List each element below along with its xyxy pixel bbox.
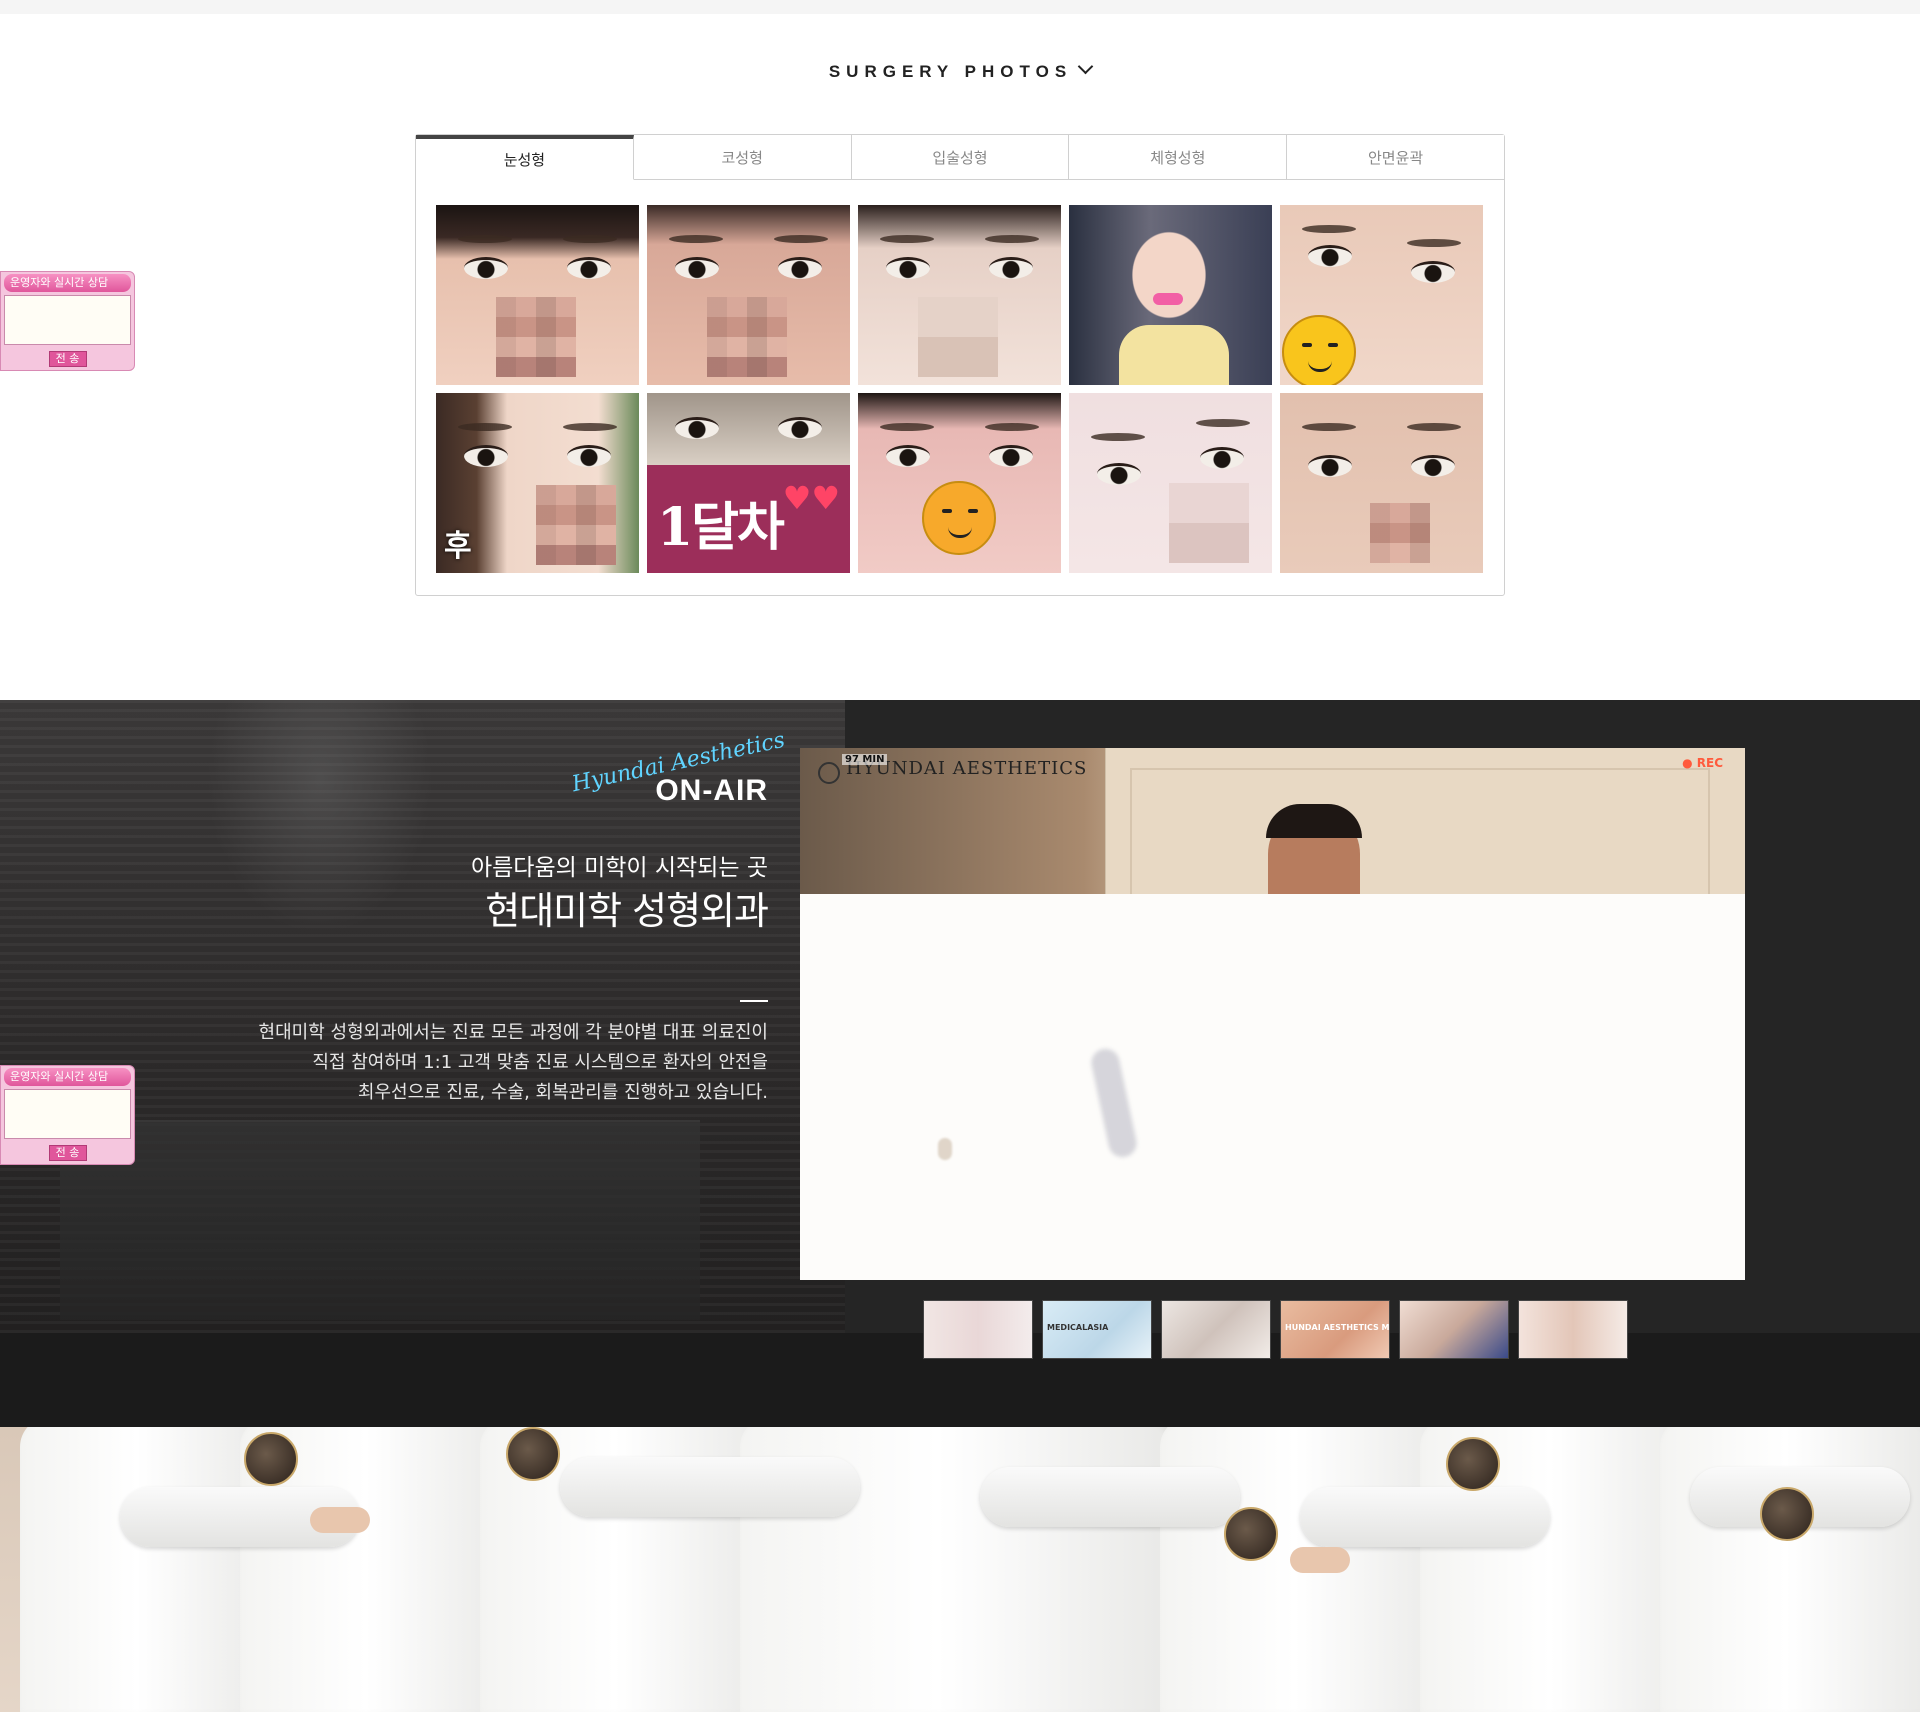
chat-message-input[interactable] xyxy=(4,1089,131,1139)
surgery-photo-4[interactable] xyxy=(1069,205,1272,385)
clinic-emblem-icon xyxy=(244,1432,298,1486)
divider-line xyxy=(740,1000,768,1002)
clinic-emblem-icon xyxy=(1224,1507,1278,1561)
video-player[interactable]: HYUNDAI AESTHETICS 97 MIN REC xyxy=(800,748,1745,1280)
hearts-icon: ♥♥ xyxy=(782,479,840,517)
video-thumbnail-1[interactable] xyxy=(923,1300,1033,1359)
tab-eye-surgery[interactable]: 눈성형 xyxy=(416,135,634,180)
description-line: 직접 참여하며 1:1 고객 맞춤 진료 시스템으로 환자의 안전을 xyxy=(312,1052,768,1073)
onair-title: ON-AIR xyxy=(655,774,768,807)
surgery-photos-gallery: 눈성형 코성형 입술성형 체형성형 안면윤곽 후 1달차 ♥♥ xyxy=(415,134,1505,596)
description-line: 최우선으로 진료, 수술, 회복관리를 진행하고 있습니다. xyxy=(357,1082,768,1103)
video-thumbnail-5[interactable] xyxy=(1399,1300,1509,1359)
chevron-down-icon[interactable] xyxy=(1077,58,1094,75)
clinic-emblem-icon xyxy=(1760,1487,1814,1541)
chat-header: 운영자와 실시간 상담 xyxy=(4,274,131,292)
onair-description: 현대미학 성형외과에서는 진료 모든 과정에 각 분야별 대표 의료진이 직접 … xyxy=(208,1018,768,1108)
photo-grid: 후 1달차 ♥♥ xyxy=(436,205,1486,573)
surgery-photo-9[interactable] xyxy=(1069,393,1272,573)
background-bed-image xyxy=(60,1120,700,1320)
video-thumbnails: MEDICALASIA HUNDAI AESTHETICS MAKING FIL… xyxy=(923,1300,1628,1359)
surgery-photo-6[interactable]: 후 xyxy=(436,393,639,573)
clinic-emblem-icon xyxy=(1446,1437,1500,1491)
video-thumbnail-4[interactable]: HUNDAI AESTHETICS MAKING FILM xyxy=(1280,1300,1390,1359)
description-line: 현대미학 성형외과에서는 진료 모든 과정에 각 분야별 대표 의료진이 xyxy=(258,1022,768,1043)
onair-subtitle-small: 아름다움의 미학이 시작되는 곳 xyxy=(470,855,768,881)
live-chat-widget-2: 운영자와 실시간 상담 전 송 xyxy=(0,1065,135,1165)
surgery-photo-7[interactable]: 1달차 ♥♥ xyxy=(647,393,850,573)
top-bar xyxy=(0,0,1920,14)
photo-overlay-text: 1달차 xyxy=(657,497,785,558)
surgery-photo-8[interactable] xyxy=(858,393,1061,573)
rec-indicator: REC xyxy=(1682,756,1723,770)
surgery-photos-title-text: SURGERY PHOTOS xyxy=(828,62,1073,81)
tab-facial-contour[interactable]: 안면윤곽 xyxy=(1287,135,1504,179)
onair-subtitle-large: 현대미학 성형외과 xyxy=(485,889,769,933)
chat-send-button[interactable]: 전 송 xyxy=(48,1145,87,1161)
surgery-photo-5[interactable] xyxy=(1280,205,1483,385)
surgery-photo-2[interactable] xyxy=(647,205,850,385)
video-duration-tag: 97 MIN xyxy=(842,754,888,765)
onair-section: Hyundai Aesthetics ON-AIR 아름다움의 미학이 시작되는… xyxy=(0,700,1920,1427)
video-thumbnail-3[interactable] xyxy=(1161,1300,1271,1359)
surgery-photo-3[interactable] xyxy=(858,205,1061,385)
video-thumbnail-6[interactable] xyxy=(1518,1300,1628,1359)
tab-body-surgery[interactable]: 체형성형 xyxy=(1069,135,1288,179)
video-thumbnail-2[interactable]: MEDICALASIA xyxy=(1042,1300,1152,1359)
tab-nose-surgery[interactable]: 코성형 xyxy=(633,135,852,179)
surgery-photo-1[interactable] xyxy=(436,205,639,385)
bear-sticker-icon xyxy=(922,481,996,555)
clinic-emblem-icon xyxy=(506,1427,560,1481)
doctors-banner xyxy=(0,1427,1920,1712)
chat-send-button[interactable]: 전 송 xyxy=(48,351,87,367)
surgery-photo-10[interactable] xyxy=(1280,393,1483,573)
category-tabs: 눈성형 코성형 입술성형 체형성형 안면윤곽 xyxy=(416,135,1504,180)
surgery-photos-title[interactable]: SURGERY PHOTOS xyxy=(0,58,1920,82)
chat-message-input[interactable] xyxy=(4,295,131,345)
tab-lip-surgery[interactable]: 입술성형 xyxy=(851,135,1070,179)
brand-logo-icon xyxy=(818,762,840,784)
smiley-sticker-icon xyxy=(1282,315,1356,385)
live-chat-widget: 운영자와 실시간 상담 전 송 xyxy=(0,271,135,371)
chat-header: 운영자와 실시간 상담 xyxy=(4,1068,131,1086)
photo-overlay-label: 후 xyxy=(444,529,472,564)
